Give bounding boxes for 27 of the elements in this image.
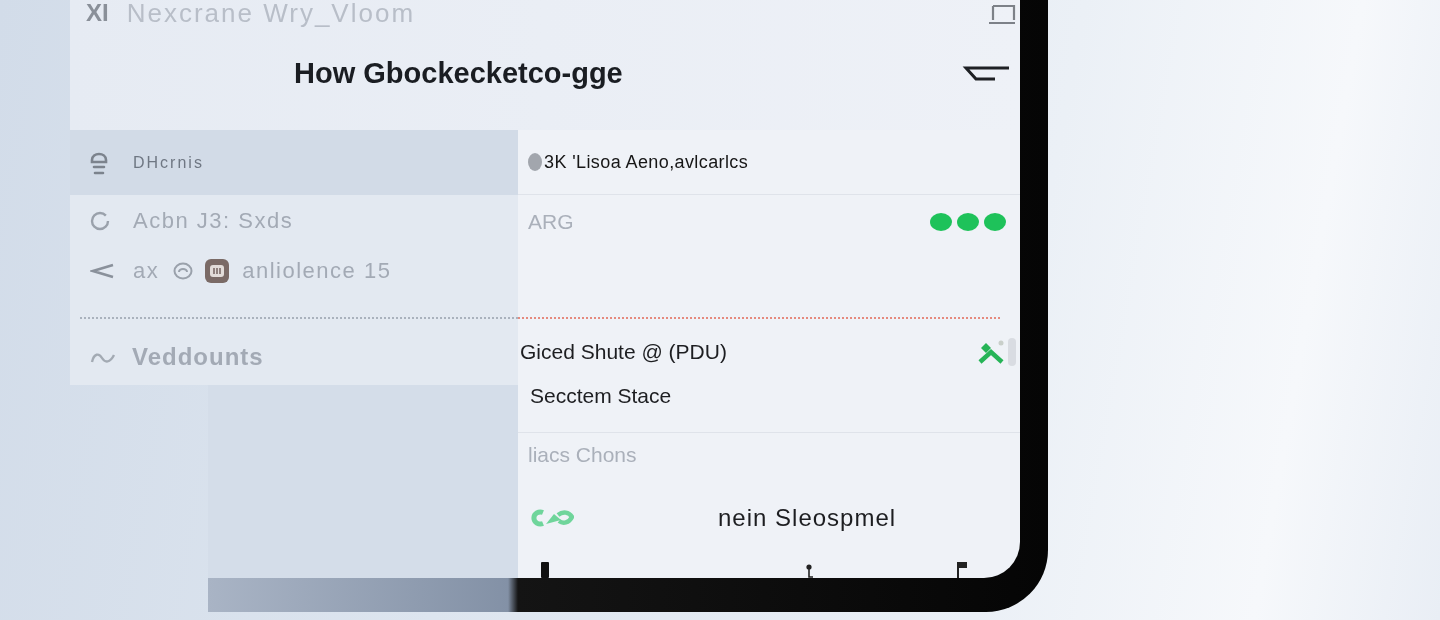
tray-icon[interactable] bbox=[988, 4, 1016, 25]
list-item-label: Secctem Stace bbox=[530, 383, 672, 409]
app-tile-icon bbox=[205, 259, 230, 283]
menu-item[interactable]: Veddounts bbox=[70, 319, 518, 385]
ring-icon bbox=[90, 211, 110, 231]
app-mark: XI bbox=[86, 0, 109, 26]
bar-mark-icon bbox=[541, 562, 549, 578]
status-dot-icon bbox=[930, 213, 952, 231]
diamond-chevron-icon bbox=[977, 339, 1005, 365]
hook-mark-icon bbox=[806, 564, 814, 578]
status-dot-icon bbox=[957, 213, 979, 231]
swoosh-icon bbox=[528, 507, 574, 528]
menu-item[interactable]: ax anliolence 15 bbox=[70, 247, 518, 295]
dot-icon bbox=[528, 153, 542, 171]
flag-mark-icon bbox=[957, 562, 967, 578]
list-item-label: liacs Chons bbox=[528, 442, 637, 468]
menu-item[interactable]: Acbn J3: Sxds bbox=[70, 195, 518, 247]
footer-label: nein Sleospmel bbox=[718, 504, 897, 531]
menu-item[interactable]: DHcrnis bbox=[70, 130, 518, 195]
section-title: 3K 'Lisoa Aeno,avlcarlcs bbox=[544, 151, 749, 174]
swirl-icon bbox=[173, 262, 194, 280]
bulb-icon bbox=[90, 150, 108, 175]
list-item-label: Giced Shute @ (PDU) bbox=[520, 339, 727, 365]
chevron-left-icon bbox=[90, 263, 114, 279]
status-dot-icon bbox=[984, 213, 1006, 231]
page-title: How Gbockecketco-gge bbox=[294, 56, 623, 91]
setting-label: ARG bbox=[528, 209, 574, 235]
